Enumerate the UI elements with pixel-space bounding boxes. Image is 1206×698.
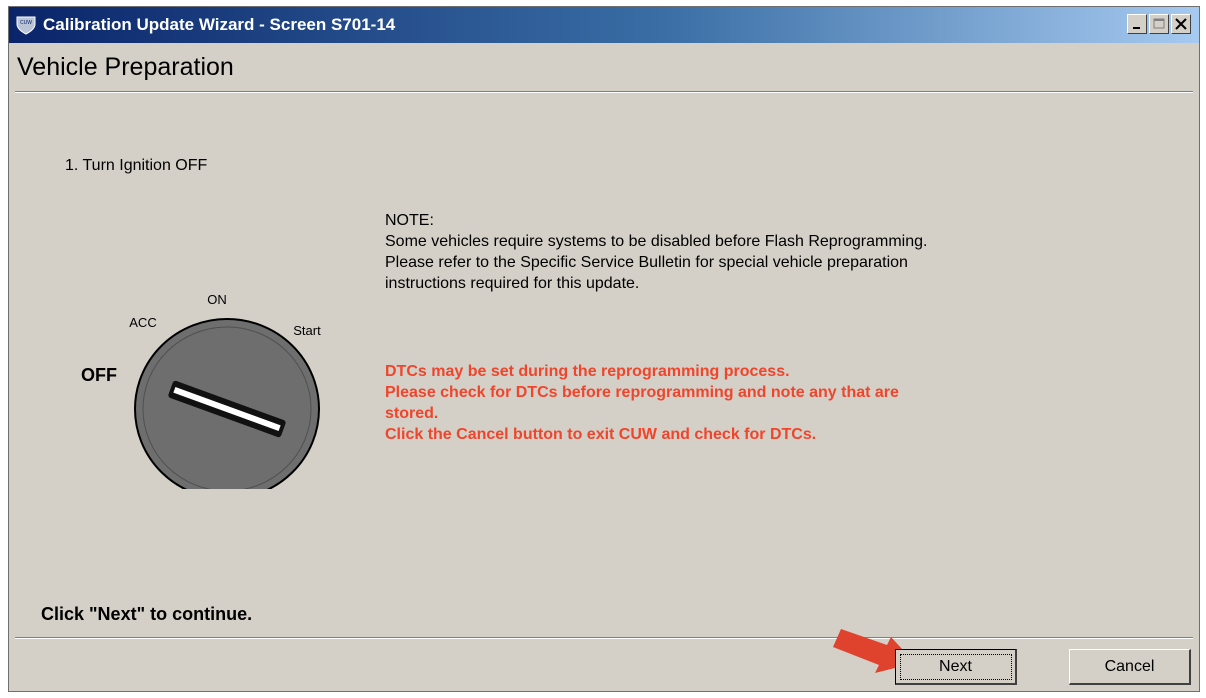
page-header: Vehicle Preparation [9, 43, 1199, 91]
warning-line: stored. [385, 405, 439, 422]
ignition-off-label: OFF [81, 365, 117, 385]
step-text: 1. Turn Ignition OFF [65, 157, 208, 174]
header-divider [15, 91, 1193, 93]
warning-line: Click the Cancel button to exit CUW and … [385, 426, 817, 443]
note-line: instructions required for this update. [385, 275, 640, 292]
dtc-warning: DTCs may be set during the reprogramming… [385, 361, 1125, 445]
ignition-key-diagram: ACC ON Start OFF [81, 292, 321, 489]
window-title: Calibration Update Wizard - Screen S701-… [43, 15, 396, 34]
next-button[interactable]: Next [895, 649, 1017, 685]
app-icon-label: CUW [20, 20, 32, 26]
warning-line: Please check for DTCs before reprogrammi… [385, 384, 899, 401]
title-bar[interactable]: CUW Calibration Update Wizard - Screen S… [9, 7, 1199, 43]
cuw-shield-icon: CUW [16, 16, 36, 35]
maximize-icon [1153, 18, 1165, 29]
footer-divider [15, 637, 1193, 639]
continue-instruction: Click "Next" to continue. [41, 604, 253, 624]
page-title: Vehicle Preparation [17, 53, 234, 81]
close-button[interactable] [1171, 14, 1191, 34]
warning-line: DTCs may be set during the reprogramming… [385, 363, 790, 380]
wizard-window: CUW Calibration Update Wizard - Screen S… [8, 6, 1200, 692]
note-heading: NOTE: [385, 212, 434, 229]
cancel-button[interactable]: Cancel [1069, 649, 1191, 685]
ignition-start-label: Start [293, 323, 321, 338]
note-line: Some vehicles require systems to be disa… [385, 233, 928, 250]
close-icon [1175, 18, 1187, 30]
ignition-on-label: ON [207, 292, 227, 307]
maximize-button[interactable] [1149, 14, 1169, 34]
note-line: Please refer to the Specific Service Bul… [385, 254, 908, 271]
minimize-icon [1133, 27, 1140, 29]
minimize-button[interactable] [1127, 14, 1147, 34]
note-block: NOTE: Some vehicles require systems to b… [385, 210, 1125, 294]
ignition-acc-label: ACC [129, 315, 156, 330]
